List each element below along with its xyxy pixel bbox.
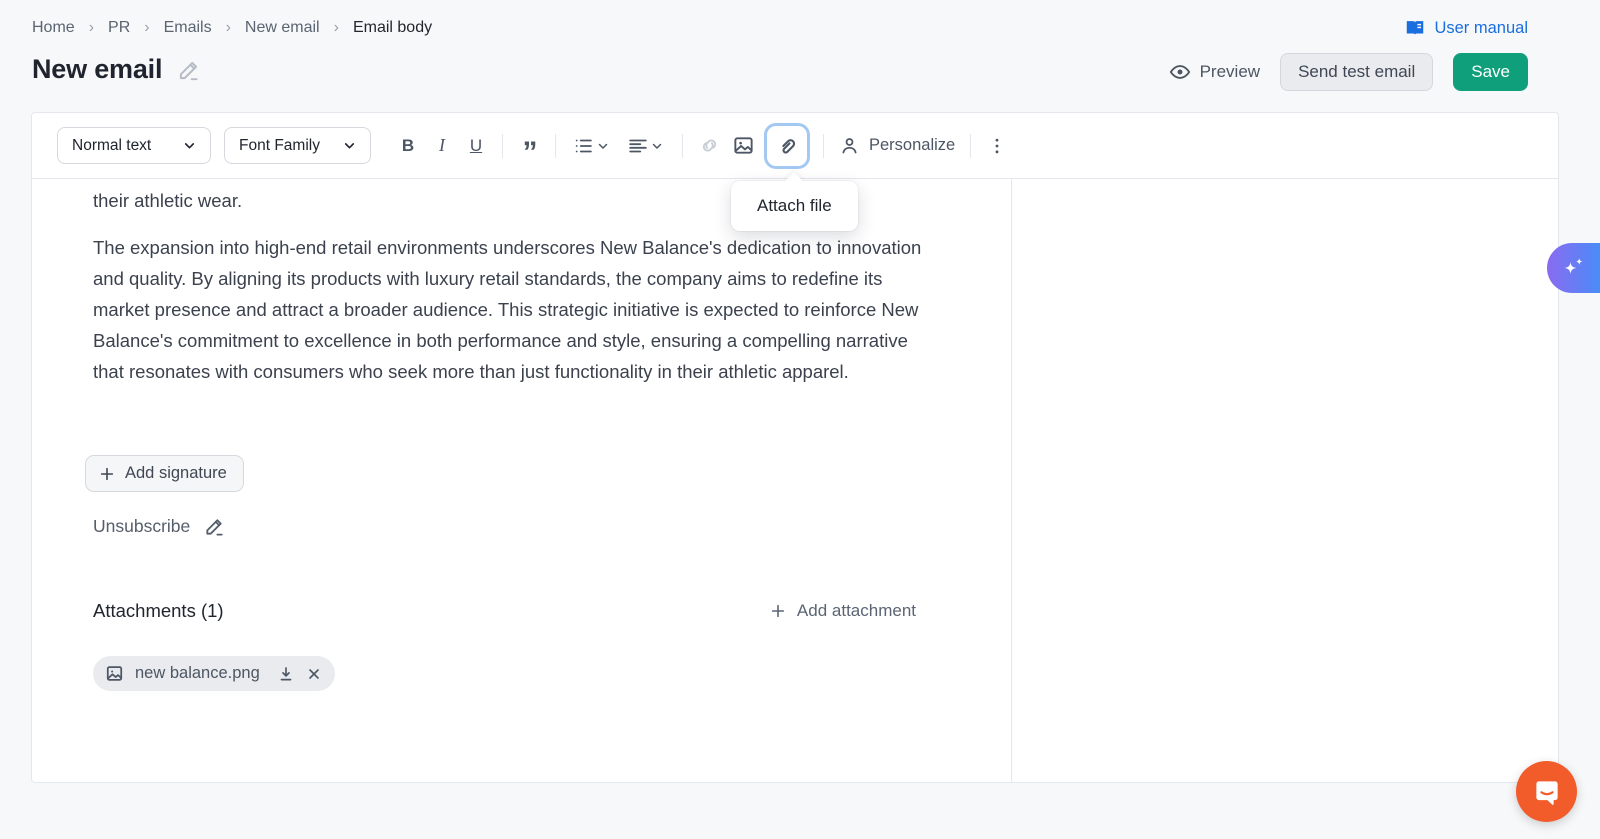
chat-bubble-icon — [1532, 777, 1562, 807]
editor-toolbar: Normal text Font Family B I U ” — [32, 113, 1558, 179]
text-style-select[interactable]: Normal text — [57, 127, 211, 164]
breadcrumb-item-emails[interactable]: Emails — [164, 19, 212, 37]
add-signature-button[interactable]: Add signature — [85, 455, 244, 492]
user-manual-label: User manual — [1434, 19, 1528, 38]
chevron-right-icon: › — [89, 19, 94, 37]
personalize-button[interactable]: Personalize — [839, 135, 955, 156]
add-attachment-button[interactable]: Add attachment — [770, 601, 916, 621]
insert-image-icon[interactable] — [726, 129, 760, 163]
toolbar-divider — [502, 134, 503, 158]
align-left-icon — [627, 135, 649, 157]
preview-button[interactable]: Preview — [1169, 61, 1260, 83]
breadcrumb-item-new-email[interactable]: New email — [245, 19, 320, 37]
image-file-icon — [105, 664, 124, 683]
more-options-icon[interactable] — [980, 129, 1014, 163]
toolbar-divider — [555, 134, 556, 158]
blockquote-button[interactable]: ” — [512, 129, 546, 163]
preview-label: Preview — [1200, 62, 1260, 82]
send-test-email-button[interactable]: Send test email — [1280, 53, 1433, 91]
sparkles-icon — [1560, 254, 1588, 282]
attachments-header: Attachments (1) Add attachment — [93, 600, 916, 622]
attach-file-tooltip: Attach file — [731, 181, 858, 231]
chevron-down-icon — [651, 140, 663, 152]
download-attachment-icon[interactable] — [277, 665, 295, 683]
breadcrumb-current: Email body — [353, 19, 432, 37]
italic-button[interactable]: I — [425, 129, 459, 163]
chevron-right-icon: › — [334, 19, 339, 37]
underline-button[interactable]: U — [459, 129, 493, 163]
page-title: New email — [32, 54, 162, 85]
unsubscribe-row: Unsubscribe — [93, 515, 226, 538]
chevron-down-icon — [183, 139, 196, 152]
chat-launcher-button[interactable] — [1516, 761, 1577, 822]
toolbar-divider — [682, 134, 683, 158]
paperclip-icon — [775, 133, 800, 158]
tooltip-text: Attach file — [757, 196, 832, 215]
toolbar-divider — [970, 134, 971, 158]
bold-button[interactable]: B — [391, 129, 425, 163]
edit-unsubscribe-icon[interactable] — [203, 515, 226, 538]
attachment-chip: new balance.png — [93, 656, 335, 691]
breadcrumb-item-pr[interactable]: PR — [108, 19, 130, 37]
list-menu-button[interactable] — [573, 135, 609, 157]
remove-attachment-icon[interactable] — [306, 666, 322, 682]
attach-file-button[interactable] — [764, 123, 810, 169]
chevron-down-icon — [343, 139, 356, 152]
book-icon — [1404, 17, 1426, 39]
page-title-row: New email — [32, 54, 202, 85]
add-signature-label: Add signature — [125, 464, 227, 483]
plus-icon — [99, 466, 115, 482]
toolbar-divider — [823, 134, 824, 158]
ai-assistant-button[interactable] — [1547, 243, 1600, 293]
font-family-select[interactable]: Font Family — [224, 127, 371, 164]
text-style-value: Normal text — [72, 137, 151, 155]
add-attachment-label: Add attachment — [797, 601, 916, 621]
person-icon — [839, 135, 860, 156]
bullet-list-icon — [573, 135, 595, 157]
insert-link-icon[interactable] — [692, 129, 726, 163]
edit-title-icon[interactable] — [176, 57, 202, 83]
eye-icon — [1169, 61, 1191, 83]
breadcrumb: Home › PR › Emails › New email › Email b… — [32, 19, 432, 37]
alignment-menu-button[interactable] — [627, 135, 663, 157]
attachments-heading: Attachments (1) — [93, 600, 224, 622]
personalize-label: Personalize — [869, 136, 955, 155]
unsubscribe-label: Unsubscribe — [93, 516, 190, 537]
attachment-file-name: new balance.png — [135, 664, 260, 683]
chevron-right-icon: › — [226, 19, 231, 37]
header-actions: Preview Send test email Save — [1169, 53, 1528, 91]
save-button[interactable]: Save — [1453, 53, 1528, 91]
chevron-down-icon — [597, 140, 609, 152]
chevron-right-icon: › — [144, 19, 149, 37]
breadcrumb-item-home[interactable]: Home — [32, 19, 75, 37]
body-paragraph: The expansion into high-end retail envir… — [93, 232, 941, 387]
plus-icon — [770, 603, 786, 619]
editor-column-divider — [1011, 179, 1012, 782]
user-manual-link[interactable]: User manual — [1404, 17, 1528, 39]
font-family-value: Font Family — [239, 137, 320, 155]
